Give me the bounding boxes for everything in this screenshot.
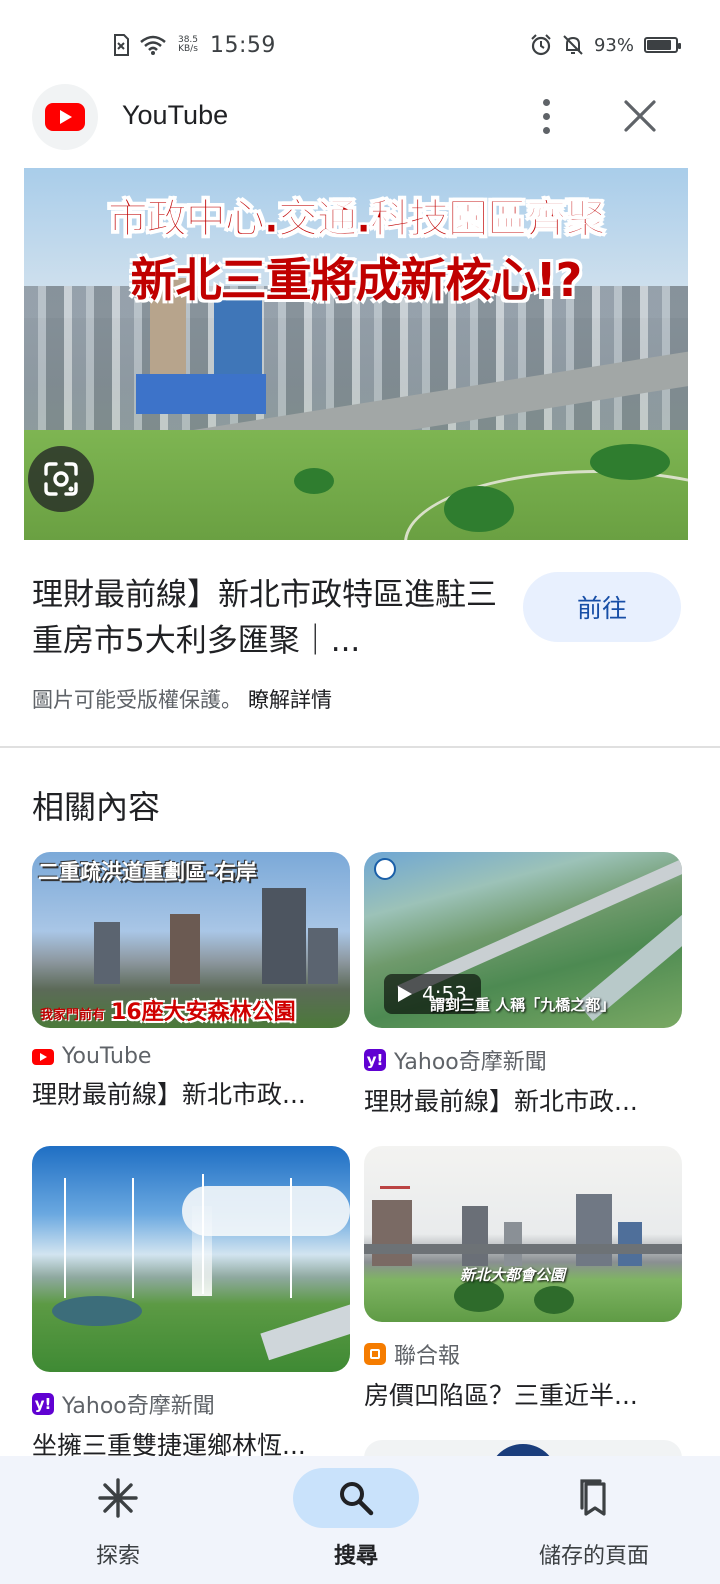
thumb-marker: [290, 1178, 292, 1298]
udn-icon-mark: [370, 1349, 380, 1359]
related-content-heading: 相關內容: [32, 788, 161, 826]
image-viewer-header: YouTube: [0, 80, 720, 170]
alarm-icon: [531, 34, 551, 56]
related-card[interactable]: 4:53 謂到三重 人稱「九橋之都」 y! Yahoo奇摩新聞 理財最前線】新北…: [364, 852, 682, 1118]
thumb-building: [462, 1206, 488, 1266]
thumb-bottom-caption: 我家門前有 16座大安森林公園: [40, 994, 296, 1026]
status-bar-right: 93%: [530, 30, 681, 60]
yahoo-icon: y!: [364, 1049, 386, 1071]
image-tree: [590, 444, 670, 480]
thumb-marker: [64, 1178, 66, 1298]
youtube-icon: [32, 1048, 54, 1065]
bookmarks-icon: [531, 1468, 657, 1528]
thumb-caption: 謂到三重 人稱「九橋之都」: [430, 996, 616, 1014]
preview-image[interactable]: 市政中心.交通.科技園區齊聚 新北三重將成新核心!?: [24, 168, 688, 540]
related-source-name: YouTube: [62, 1044, 152, 1069]
nav-label: 探索: [95, 1544, 140, 1569]
thumb-caption: 新北大都會公園: [460, 1266, 566, 1284]
learn-more-link[interactable]: 瞭解詳情: [248, 688, 332, 712]
thumb-building: [262, 888, 306, 984]
status-bar-left: 38.5 KB/s 15:59: [112, 30, 276, 60]
dot: [542, 98, 550, 106]
copyright-text: 圖片可能受版權保護。: [32, 688, 242, 712]
udn-icon: [364, 1343, 386, 1365]
image-building: [136, 374, 266, 414]
more-vert-icon[interactable]: [526, 96, 566, 136]
thumb-building: [372, 1200, 412, 1266]
thumb-station: [260, 1299, 350, 1361]
thumb-rail-line: [364, 1244, 682, 1254]
source-avatar: [32, 84, 98, 150]
thumb-crane: [380, 1186, 410, 1189]
close-icon[interactable]: [616, 96, 664, 136]
thumb-building: [576, 1194, 612, 1266]
image-overlay-line1: 市政中心.交通.科技園區齊聚: [107, 196, 605, 243]
nav-discover[interactable]: 探索: [18, 1456, 218, 1584]
related-thumbnail[interactable]: 二重疏洪道重劃區-右岸 我家門前有 16座大安森林公園: [32, 852, 350, 1028]
yahoo-icon: y!: [32, 1393, 54, 1415]
related-title[interactable]: 房價凹陷區？三重近半...: [364, 1376, 682, 1412]
related-title[interactable]: 理財最前線】新北市政...: [32, 1075, 350, 1111]
thumb-channel-badge: [374, 858, 396, 880]
source-name[interactable]: YouTube: [122, 100, 228, 131]
network-speed: 38.5 KB/s: [176, 36, 200, 54]
image-overlay-line2: 新北三重將成新核心!?: [130, 253, 583, 307]
section-divider: [0, 746, 720, 748]
google-lens-icon[interactable]: [28, 446, 94, 512]
thumb-bottom-prefix: 我家門前有: [40, 1008, 106, 1023]
bell-off-icon: [563, 35, 583, 55]
copyright-notice: 圖片可能受版權保護。 瞭解詳情: [32, 684, 332, 714]
related-source: 聯合報: [364, 1338, 682, 1370]
bottom-navigation: 探索 搜尋 儲存的頁面: [0, 1456, 720, 1584]
related-card[interactable]: y! Yahoo奇摩新聞 坐擁三重雙捷運鄉林恆...: [32, 1146, 350, 1462]
search-icon: [293, 1468, 419, 1528]
result-title[interactable]: 理財最前線】新北市政特區進駐三重房市5大利多匯聚｜...: [32, 572, 502, 664]
thumb-building: [94, 922, 120, 984]
related-title[interactable]: 理財最前線】新北市政...: [364, 1082, 682, 1118]
youtube-logo-icon: [45, 103, 85, 131]
thumb-building: [308, 928, 338, 984]
related-source: y! Yahoo奇摩新聞: [32, 1388, 350, 1420]
nav-label: 搜尋: [333, 1544, 378, 1569]
related-source: YouTube: [32, 1044, 350, 1069]
sim-off-icon: [114, 34, 129, 56]
status-time: 15:59: [210, 32, 276, 58]
thumb-bottom-text: 16座大安森林公園: [111, 1000, 296, 1025]
related-source-name: 聯合報: [394, 1344, 461, 1369]
thumb-marker: [202, 1174, 204, 1294]
image-tree: [444, 486, 514, 532]
nav-saved-pages[interactable]: 儲存的頁面: [494, 1456, 694, 1584]
play-icon: [398, 986, 412, 1002]
image-field: [24, 430, 688, 540]
thumb-tree: [534, 1286, 574, 1314]
thumb-marker: [132, 1178, 134, 1298]
related-thumbnail[interactable]: [32, 1146, 350, 1372]
thumb-top-text: 二重疏洪道重劃區-右岸: [38, 860, 257, 884]
nav-search[interactable]: 搜尋: [256, 1456, 456, 1584]
related-thumbnail[interactable]: 4:53 謂到三重 人稱「九橋之都」: [364, 852, 682, 1028]
related-source-name: Yahoo奇摩新聞: [394, 1050, 547, 1075]
wifi-icon: [140, 35, 166, 55]
dot: [542, 126, 550, 134]
battery-icon: [644, 37, 681, 53]
related-card[interactable]: 新北大都會公園 聯合報 房價凹陷區？三重近半...: [364, 1146, 682, 1412]
battery-percent: 93%: [593, 34, 634, 56]
related-source-name: Yahoo奇摩新聞: [62, 1394, 215, 1419]
dot: [542, 112, 550, 120]
related-thumbnail[interactable]: 新北大都會公園: [364, 1146, 682, 1322]
related-card[interactable]: 二重疏洪道重劃區-右岸 我家門前有 16座大安森林公園 YouTube 理財最前…: [32, 852, 350, 1111]
battery-level: [647, 40, 671, 50]
nav-label: 儲存的頁面: [538, 1544, 649, 1569]
youtube-play-mark: [39, 1052, 47, 1061]
thumb-pond: [52, 1296, 142, 1326]
image-tree: [294, 468, 334, 494]
asterisk-icon: [55, 1468, 181, 1528]
related-source: y! Yahoo奇摩新聞: [364, 1044, 682, 1076]
network-speed-unit: KB/s: [178, 44, 198, 54]
thumb-building: [170, 914, 200, 984]
go-to-page-button[interactable]: 前往: [523, 572, 681, 642]
status-bar: 38.5 KB/s 15:59 93%: [0, 0, 720, 90]
